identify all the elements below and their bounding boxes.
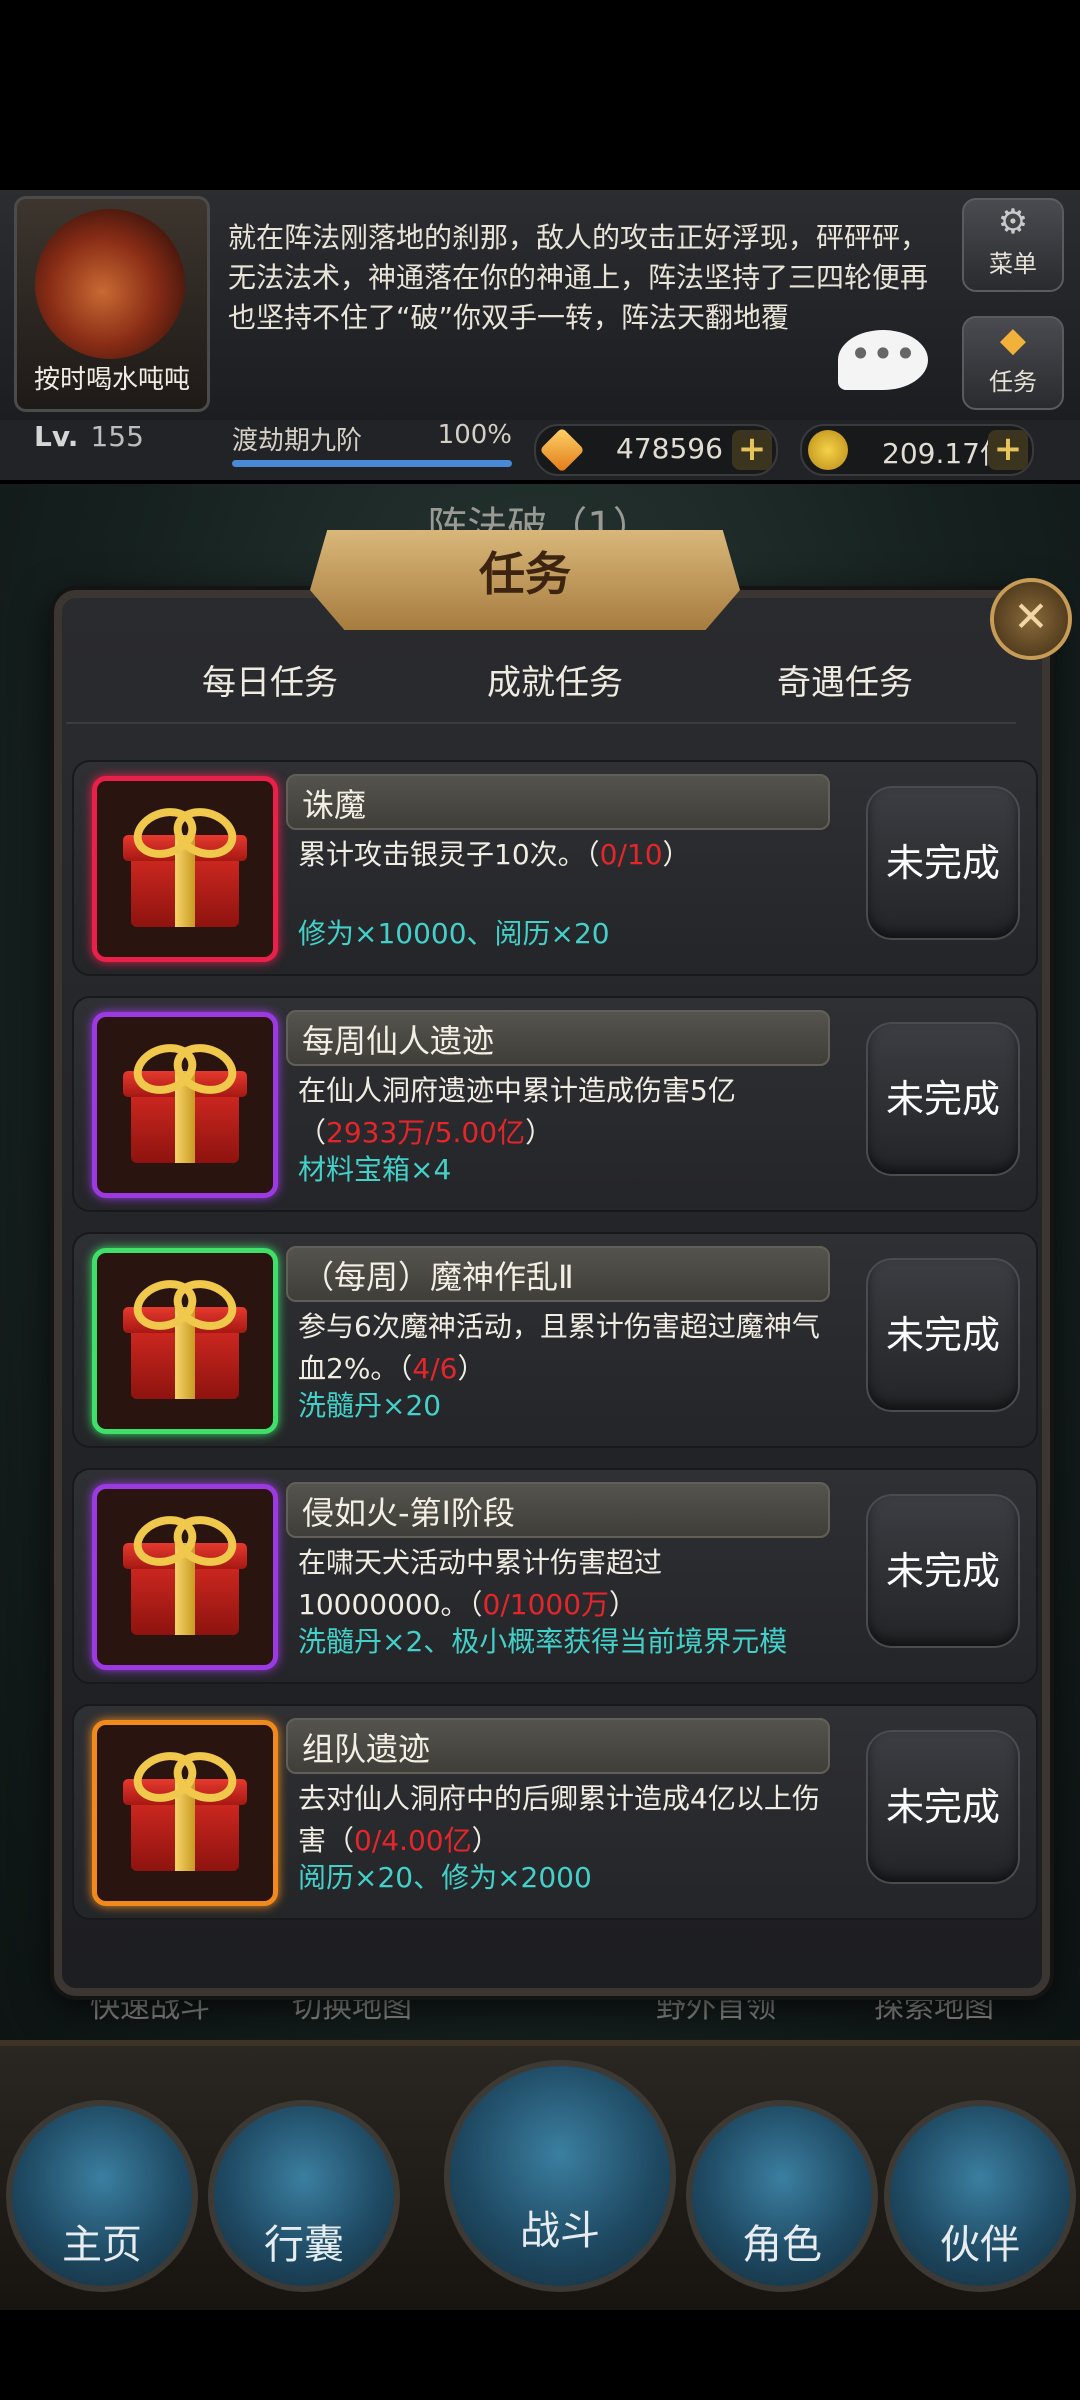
- gift-box-icon: [123, 800, 247, 927]
- gift-box-icon: [123, 1272, 247, 1399]
- status-bar: [0, 0, 1080, 190]
- avatar-name: 按时喝水吨吨: [33, 365, 190, 395]
- menu-label: 菜单: [989, 250, 1037, 278]
- task-desc-end: ）: [609, 1588, 638, 1621]
- task-title: 诛魔: [302, 786, 367, 824]
- task-button[interactable]: ◆ 任务: [962, 316, 1064, 410]
- gold-coin-icon: [808, 430, 848, 470]
- modal-title: 任务: [479, 547, 571, 601]
- task-title: 每周仙人遗迹: [302, 1022, 495, 1060]
- task-status-button[interactable]: 未完成: [866, 1022, 1020, 1176]
- task-progress: 2933万/5.00亿: [326, 1116, 526, 1149]
- add-gold-button[interactable]: +: [988, 430, 1028, 470]
- task-reward: 洗髓丹×2、极小概率获得当前境界元模: [298, 1625, 788, 1658]
- nav-bag-button[interactable]: 行囊: [208, 2100, 400, 2292]
- task-reward-frame: [92, 1012, 278, 1198]
- task-desc-end: ）: [525, 1116, 554, 1149]
- gem-counter: 478596 +: [534, 424, 778, 476]
- task-description: 在仙人洞府遗迹中累计造成伤害5亿（2933万/5.00亿）: [298, 1070, 828, 1154]
- task-description: 去对仙人洞府中的后卿累计造成4亿以上伤害（0/4.00亿）: [298, 1778, 828, 1862]
- task-progress: 0/4.00亿: [354, 1824, 472, 1857]
- task-status-button[interactable]: 未完成: [866, 1258, 1020, 1412]
- close-button[interactable]: ✕: [990, 578, 1072, 660]
- nav-partner-button[interactable]: 伙伴: [884, 2100, 1076, 2292]
- tab-encounter-tasks[interactable]: 奇遇任务: [695, 655, 995, 704]
- gold-counter: 209.17亿 +: [800, 424, 1034, 476]
- level-display: Lv. 155: [34, 420, 144, 453]
- task-title: （每周）魔神作乱Ⅱ: [302, 1258, 574, 1296]
- task-icon: ◆: [999, 320, 1027, 360]
- realm-progress-fill: [232, 460, 512, 467]
- tab-daily-tasks[interactable]: 每日任务: [120, 655, 420, 704]
- gem-value: 478596: [616, 432, 723, 465]
- task-progress: 4/6: [412, 1352, 458, 1385]
- avatar-portrait: [35, 209, 185, 359]
- level-prefix: Lv.: [34, 420, 79, 453]
- task-card: 每周仙人遗迹在仙人洞府遗迹中累计造成伤害5亿（2933万/5.00亿） 材料宝箱×…: [72, 996, 1038, 1212]
- task-reward-frame: [92, 1484, 278, 1670]
- task-progress: 0/1000万: [482, 1588, 610, 1621]
- gear-icon: ⚙: [997, 202, 1029, 242]
- nav-role-label: 角色: [742, 2222, 822, 2268]
- task-description: 参与6次魔神活动，且累计伤害超过魔神气血2%。（4/6）: [298, 1306, 828, 1390]
- gift-box-icon: [123, 1036, 247, 1163]
- nav-partner-label: 伙伴: [940, 2222, 1020, 2268]
- system-nav-bar: [0, 2310, 1080, 2400]
- task-card: （每周）魔神作乱Ⅱ 参与6次魔神活动，且累计伤害超过魔神气血2%。（4/6） 洗髓丹…: [72, 1232, 1038, 1448]
- chat-bubble-icon[interactable]: •••: [838, 330, 928, 390]
- gem-icon: [539, 427, 585, 473]
- realm-percent: 100%: [437, 420, 512, 450]
- task-card: 侵如火-第Ⅰ阶段在啸天犬活动中累计伤害超过10000000。（0/1000万）洗…: [72, 1468, 1038, 1684]
- nav-battle-button[interactable]: 战斗: [444, 2060, 676, 2292]
- story-text: 就在阵法刚落地的刹那，敌人的攻击正好浮现，砰砰砰，无法法术，神通落在你的神通上，…: [228, 221, 929, 334]
- task-status-button[interactable]: 未完成: [866, 1730, 1020, 1884]
- avatar[interactable]: 按时喝水吨吨: [14, 196, 210, 412]
- task-title-bar: [286, 774, 830, 830]
- add-gem-button[interactable]: +: [732, 430, 772, 470]
- task-desc-end: ）: [662, 838, 691, 871]
- gift-box-icon: [123, 1744, 247, 1871]
- realm-label: 渡劫期九阶: [232, 426, 363, 456]
- task-reward: 阅历×20、修为×2000: [298, 1861, 592, 1894]
- task-desc-text: 累计攻击银灵子10次。（: [298, 838, 600, 871]
- nav-battle-label: 战斗: [520, 2208, 600, 2254]
- task-reward: 洗髓丹×20: [298, 1389, 442, 1422]
- task-title: 侵如火-第Ⅰ阶段: [302, 1494, 515, 1532]
- task-description: 在啸天犬活动中累计伤害超过10000000。（0/1000万）: [298, 1542, 828, 1626]
- gift-box-icon: [123, 1508, 247, 1635]
- task-label: 任务: [989, 368, 1037, 396]
- nav-bag-label: 行囊: [264, 2222, 344, 2268]
- task-description: 累计攻击银灵子10次。（0/10）: [298, 834, 828, 876]
- task-reward-frame: [92, 776, 278, 962]
- level-value: 155: [90, 420, 144, 453]
- nav-role-button[interactable]: 角色: [686, 2100, 878, 2292]
- menu-button[interactable]: ⚙ 菜单: [962, 198, 1064, 292]
- task-progress: 0/10: [599, 838, 663, 871]
- realm-progress: 渡劫期九阶 100%: [232, 420, 512, 467]
- task-card: 诛魔累计攻击银灵子10次。（0/10） 修为×10000、阅历×20 未完成: [72, 760, 1038, 976]
- task-desc-end: ）: [457, 1352, 486, 1385]
- task-status-button[interactable]: 未完成: [866, 1494, 1020, 1648]
- task-reward-frame: [92, 1248, 278, 1434]
- task-desc-end: ）: [471, 1824, 500, 1857]
- tab-achievement-tasks[interactable]: 成就任务: [405, 655, 705, 704]
- task-reward-frame: [92, 1720, 278, 1906]
- task-status-button[interactable]: 未完成: [866, 786, 1020, 940]
- tab-divider: [66, 722, 1016, 724]
- nav-home-button[interactable]: 主页: [6, 2100, 198, 2292]
- task-desc-text: 参与6次魔神活动，且累计伤害超过魔神气血2%。（: [298, 1310, 820, 1385]
- task-title: 组队遗迹: [302, 1730, 431, 1768]
- task-reward: 材料宝箱×4: [298, 1153, 452, 1186]
- task-reward: 修为×10000、阅历×20: [298, 917, 610, 950]
- nav-home-label: 主页: [62, 2222, 142, 2268]
- task-card: 组队遗迹去对仙人洞府中的后卿累计造成4亿以上伤害（0/4.00亿） 阅历×20、修…: [72, 1704, 1038, 1920]
- realm-progress-bar: [232, 460, 512, 467]
